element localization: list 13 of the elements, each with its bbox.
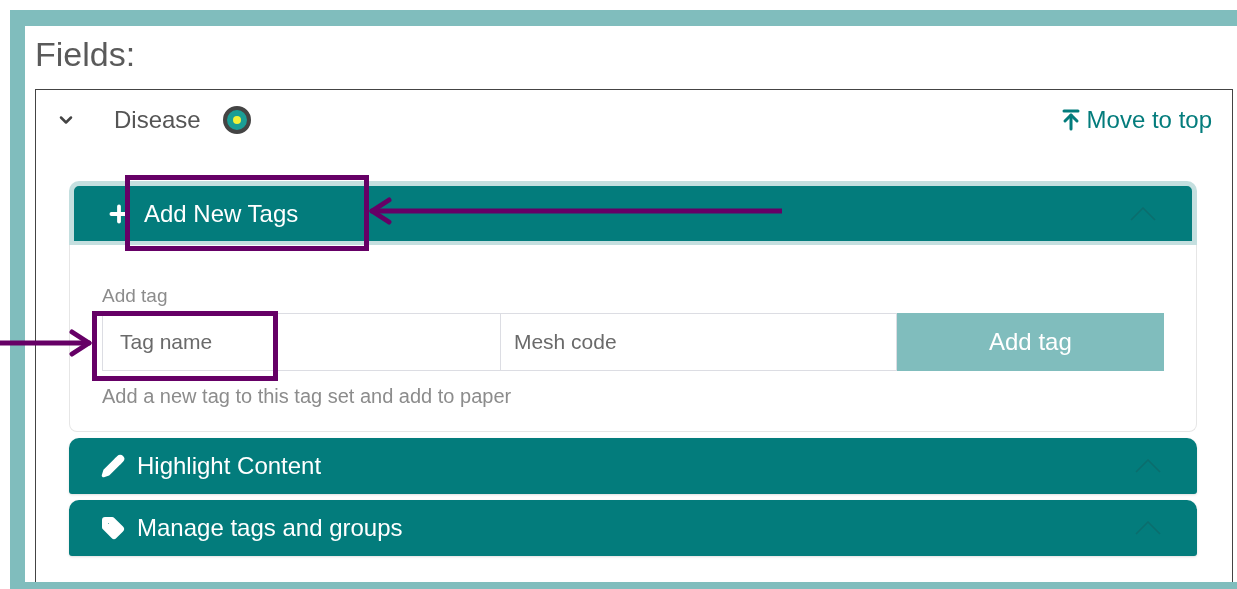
tag-name-field[interactable]: Tag name [102, 313, 501, 371]
mesh-code-field[interactable]: Mesh code [500, 313, 897, 371]
pencil-icon [101, 454, 125, 478]
section-header[interactable]: Add New Tags [69, 181, 1197, 245]
tag-icon [101, 516, 125, 540]
add-tag-label: Add tag [102, 285, 168, 307]
move-to-top-link[interactable]: Move to top [1058, 102, 1212, 138]
section-header[interactable]: Manage tags and groups [69, 500, 1197, 556]
status-dot [222, 106, 251, 134]
fields-heading: Fields: [35, 34, 136, 74]
section-header[interactable]: Highlight Content [69, 438, 1197, 494]
help-text: Add a new tag to this tag set and add to paper [102, 384, 512, 409]
field-name: Disease [114, 105, 201, 135]
